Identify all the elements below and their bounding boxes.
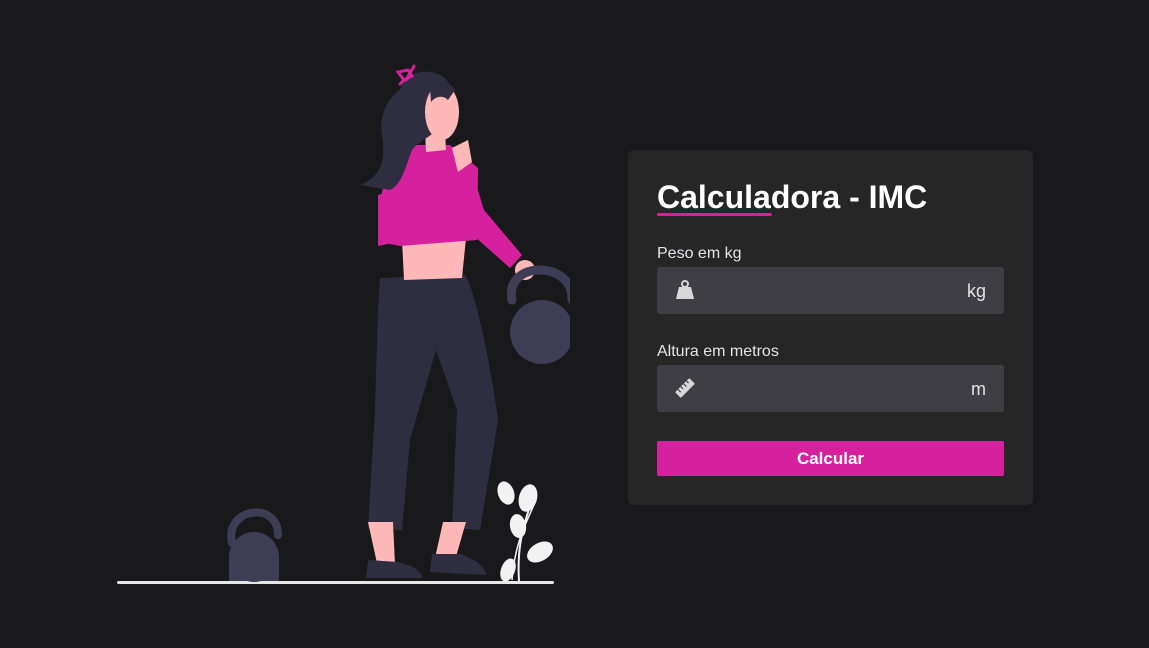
weight-unit: kg	[966, 281, 986, 301]
plant-icon	[497, 481, 553, 582]
height-input-group: m	[657, 365, 1004, 412]
weight-icon	[676, 280, 694, 299]
floor-kettlebell-icon	[227, 508, 282, 582]
height-unit: m	[971, 379, 986, 399]
weight-label: Peso em kg	[657, 245, 742, 262]
held-kettlebell-icon	[506, 265, 570, 364]
calculate-button[interactable]: Calcular	[657, 441, 1004, 476]
ground-line	[117, 581, 554, 584]
page-title: Calculadora - IMC	[657, 179, 928, 215]
woman-with-kettlebells-illustration	[117, 64, 570, 584]
height-input[interactable]	[707, 365, 947, 412]
ruler-icon	[675, 378, 695, 398]
page: Calculadora - IMC Peso em kg kg Altura e…	[0, 0, 1149, 648]
weight-input-group: kg	[657, 267, 1004, 314]
height-label: Altura em metros	[657, 343, 779, 360]
bmi-calculator-card: Calculadora - IMC Peso em kg kg Altura e…	[628, 150, 1033, 505]
title-underline	[657, 213, 772, 216]
weight-input[interactable]	[707, 267, 947, 314]
